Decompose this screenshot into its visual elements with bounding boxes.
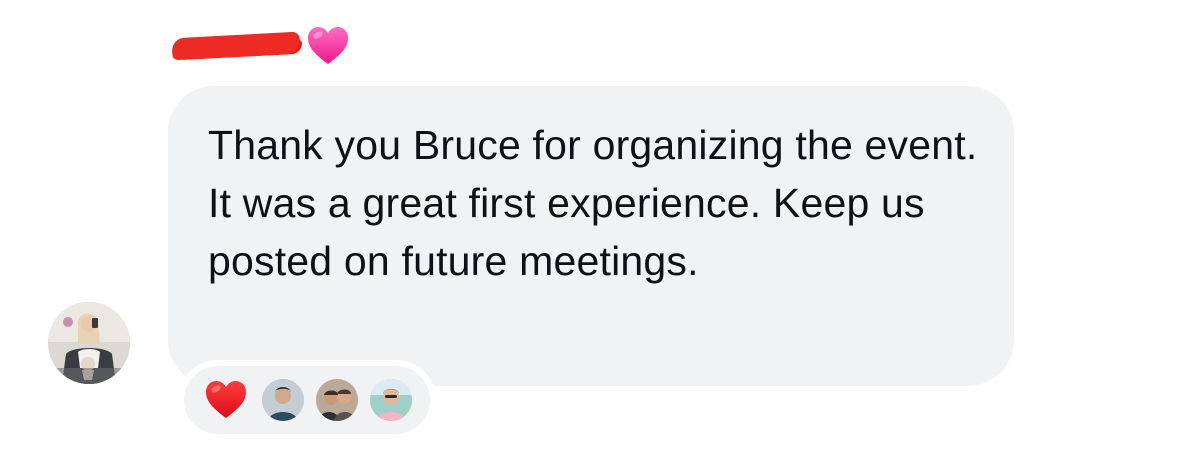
reactor-avatar-3[interactable] bbox=[370, 379, 412, 421]
sender-row bbox=[171, 24, 350, 68]
message-text: Thank you Bruce for organizing the event… bbox=[208, 122, 978, 284]
reactor-avatar-2[interactable] bbox=[316, 379, 358, 421]
redacted-sender-name bbox=[171, 31, 301, 61]
pink-heart-icon bbox=[306, 24, 350, 68]
reactor-avatar-1[interactable] bbox=[262, 379, 304, 421]
reactions-pill[interactable] bbox=[178, 360, 436, 440]
sender-avatar[interactable] bbox=[48, 302, 130, 384]
message-bubble[interactable]: Thank you Bruce for organizing the event… bbox=[168, 86, 1014, 386]
red-heart-icon bbox=[202, 376, 250, 424]
